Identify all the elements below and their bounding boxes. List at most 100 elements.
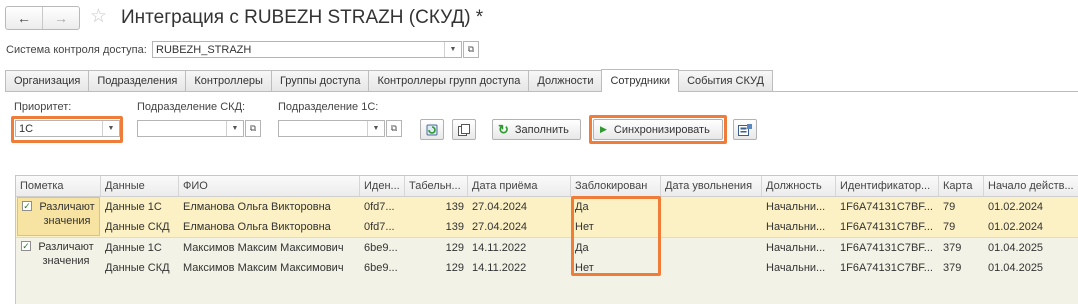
open-icon[interactable]: ⧉ [463,41,479,58]
tab-controllers[interactable]: Контроллеры [185,70,272,91]
cell-fio: Максимов Максим Максимович [183,262,344,274]
report-icon [738,123,752,136]
forward-button[interactable]: → [42,7,79,29]
database-refresh-icon [426,124,438,135]
skd-department-field[interactable]: ▼ [137,120,244,137]
page-title: Интеграция с RUBEZH STRAZH (СКУД) * [121,7,484,28]
cell-ident: 1F6A74131C7BF... [840,201,933,213]
cell-fired [661,238,665,258]
access-system-value: RUBEZH_STRAZH [156,43,252,56]
fill-button[interactable]: ↻ Заполнить [492,119,581,140]
cell-id: 6be9... [364,242,398,254]
column-header[interactable]: Начало действ... [984,176,1078,196]
c1-department-label: Подразделение 1С: [278,101,379,113]
tab-skud-events[interactable]: События СКУД [678,70,773,91]
blocked-column-highlight [571,196,661,276]
column-header[interactable]: Дата увольнения [661,176,762,196]
tab-bar: Организация Подразделения Контроллеры Гр… [5,69,773,92]
column-header[interactable]: Иден... [360,176,405,196]
column-header[interactable]: Карта [939,176,984,196]
cell-tab: 139 [445,221,464,233]
chevron-down-icon[interactable]: ▼ [444,42,461,57]
tab-positions[interactable]: Должности [528,70,603,91]
cell-fio: Максимов Максим Максимович [183,242,344,254]
cell-data: Данные СКД [105,221,170,233]
cell-start: 01.02.2024 [988,201,1044,213]
cell-hired: 14.11.2022 [472,242,527,254]
refresh-data-button[interactable] [420,119,444,140]
forward-arrow-icon: → [54,10,68,26]
play-icon: ▶ [600,124,607,134]
priority-value: 1С [19,122,34,135]
table-header: Пометка Данные ФИО Иден... Табельн... Да… [16,176,1078,197]
cell-card: 79 [943,221,956,233]
report-button[interactable] [733,119,757,140]
cell-fired [661,258,665,278]
employees-table[interactable]: Пометка Данные ФИО Иден... Табельн... Да… [15,175,1078,304]
column-header[interactable]: Идентификатор... [836,176,939,196]
cell-fired [661,197,665,217]
favorite-star-icon[interactable]: ☆ [90,6,107,28]
cell-card: 379 [943,242,962,254]
column-header[interactable]: Табельн... [405,176,468,196]
open-icon[interactable]: ⧉ [245,120,261,137]
column-header[interactable]: ФИО [179,176,360,196]
cell-start: 01.04.2025 [988,242,1044,254]
cell-card: 79 [943,201,956,213]
cell-start: 01.04.2025 [988,262,1044,274]
cell-start: 01.02.2024 [988,221,1044,233]
cell-ident: 1F6A74131C7BF... [840,221,933,233]
cell-tab: 129 [445,262,464,274]
sync-button[interactable]: ▶ Синхронизировать [593,119,723,140]
column-header[interactable]: Должность [762,176,836,196]
cell-data: Данные СКД [105,262,170,274]
cell-id: 0fd7... [364,201,395,213]
tab-departments[interactable]: Подразделения [88,70,187,91]
copy-button[interactable] [452,119,476,140]
back-button[interactable]: ← [6,7,42,29]
navigation-buttons: ← → [5,6,80,30]
table-row[interactable]: Данные 1С Максимов Максим Максимович 6be… [16,238,1078,258]
column-header[interactable]: Данные [101,176,179,196]
chevron-down-icon[interactable]: ▼ [367,121,384,136]
cell-id: 0fd7... [364,221,395,233]
cell-hired: 14.11.2022 [472,262,527,274]
cell-fio: Елманова Ольга Викторовна [183,201,331,213]
column-header[interactable]: Заблокирован [571,176,661,196]
chevron-down-icon[interactable]: ▼ [226,121,243,136]
copy-icon [458,123,470,136]
column-header[interactable]: Пометка [16,176,101,196]
cell-position: Начальни... [766,221,826,233]
cell-ident: 1F6A74131C7BF... [840,262,933,274]
cell-fio: Елманова Ольга Викторовна [183,221,331,233]
cell-tab: 129 [445,242,464,254]
column-header[interactable]: Дата приёма [468,176,571,196]
cell-position: Начальни... [766,242,826,254]
open-icon[interactable]: ⧉ [386,120,402,137]
fill-button-label: Заполнить [514,123,569,136]
tab-access-groups[interactable]: Группы доступа [270,70,370,91]
cell-tab: 139 [445,201,464,213]
chevron-down-icon[interactable]: ▼ [102,121,119,136]
table-row[interactable]: Данные СКД Елманова Ольга Викторовна 0fd… [16,217,1078,237]
cell-data: Данные 1С [105,242,162,254]
cell-id: 6be9... [364,262,398,274]
cell-card: 379 [943,262,962,274]
table-row[interactable]: Данные 1С Елманова Ольга Викторовна 0fd7… [16,197,1078,217]
tab-organization[interactable]: Организация [5,70,90,91]
cell-position: Начальни... [766,262,826,274]
refresh-icon: ↻ [498,121,509,137]
cell-position: Начальни... [766,201,826,213]
access-system-field[interactable]: RUBEZH_STRAZH ▼ [152,41,462,58]
back-arrow-icon: ← [17,10,31,26]
sync-button-label: Синхронизировать [613,123,710,136]
skd-department-label: Подразделение СКД: [137,101,246,113]
table-row[interactable]: Данные СКД Максимов Максим Максимович 6b… [16,258,1078,278]
c1-department-field[interactable]: ▼ [278,120,385,137]
tab-employees[interactable]: Сотрудники [601,69,680,92]
access-system-label: Система контроля доступа: [6,44,147,56]
cell-ident: 1F6A74131C7BF... [840,242,933,254]
priority-label: Приоритет: [14,101,72,113]
tab-access-group-controllers[interactable]: Контроллеры групп доступа [368,70,530,91]
priority-select[interactable]: 1С ▼ [15,120,120,137]
